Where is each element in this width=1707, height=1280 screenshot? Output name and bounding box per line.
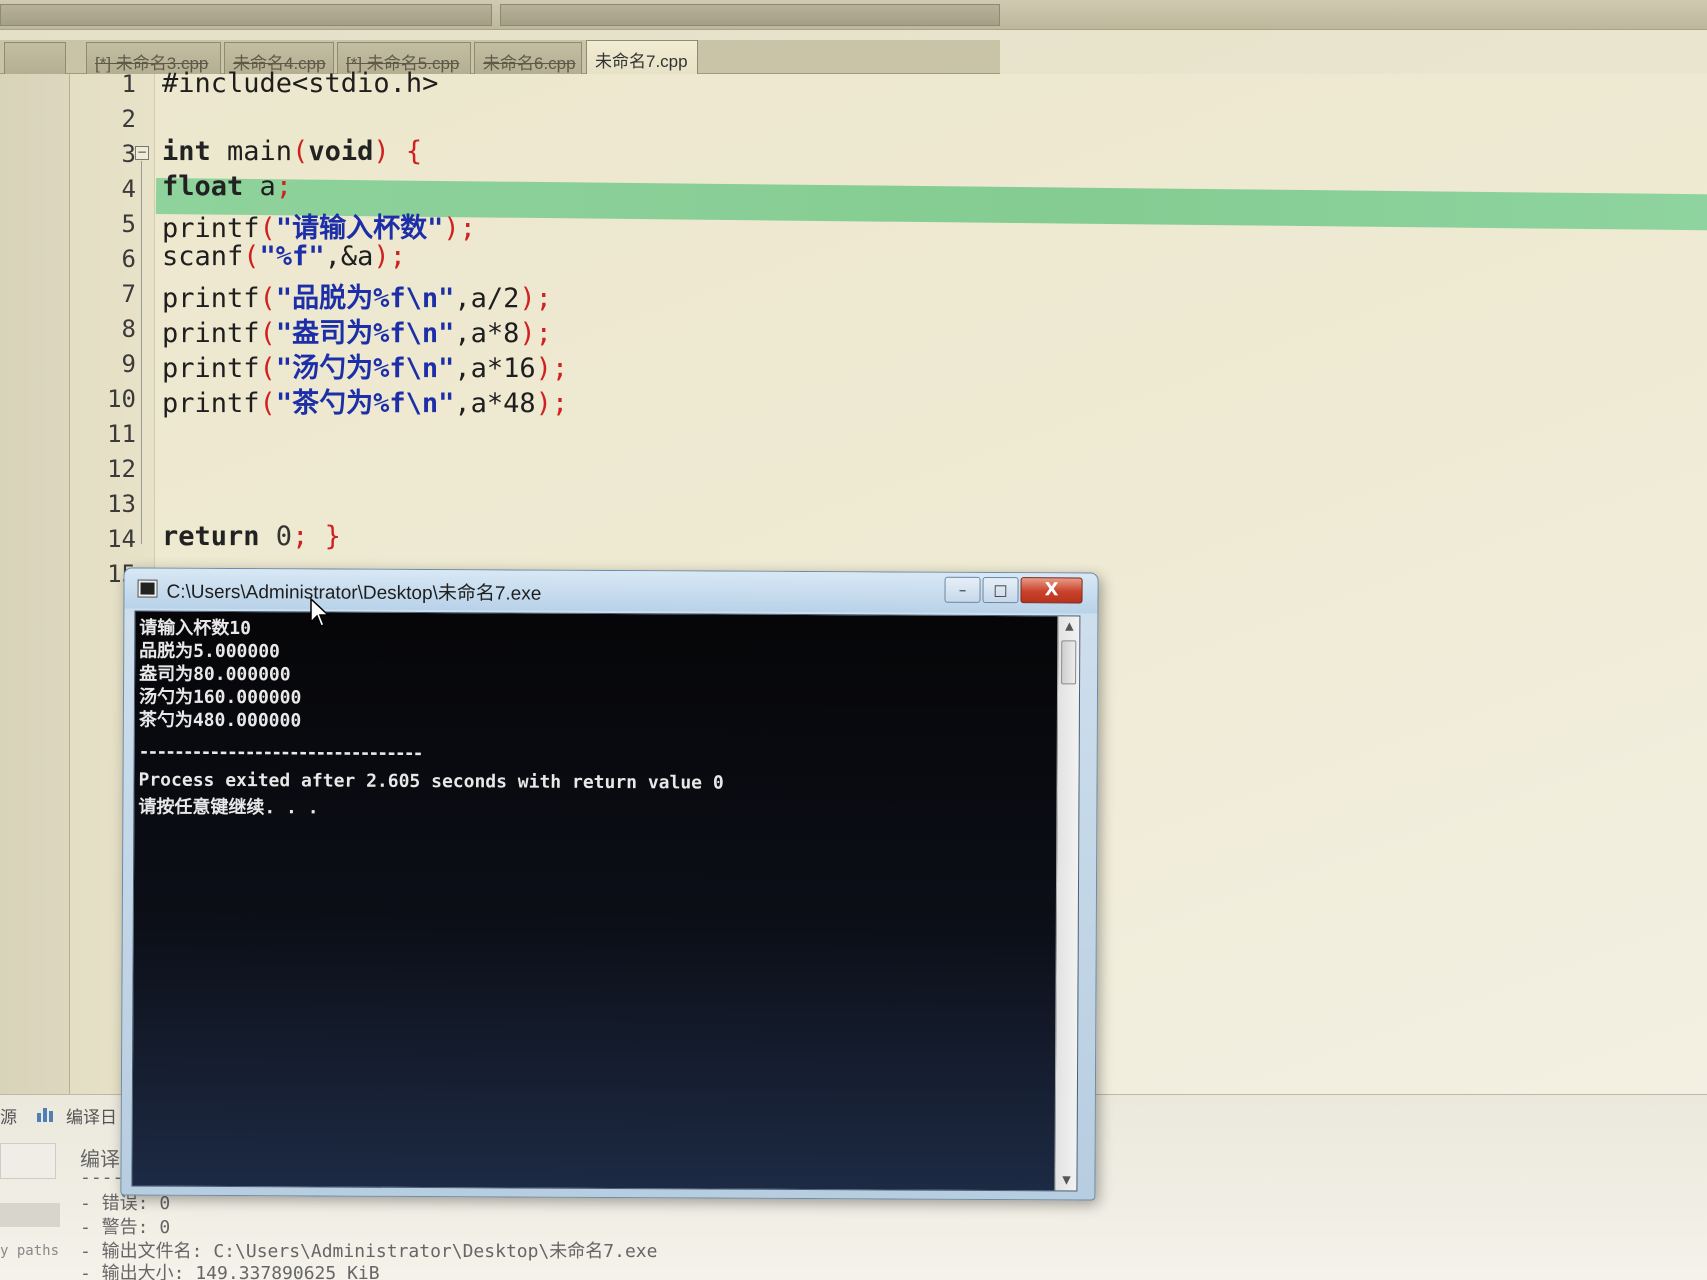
console-output[interactable]: 请输入杯数10 品脱为5.000000 盎司为80.000000 汤勺为160.… xyxy=(131,610,1081,1192)
log-separator: ---- xyxy=(80,1167,124,1188)
project-panel xyxy=(0,74,70,1094)
line-number: 7 xyxy=(121,280,136,308)
console-line: 请按任意键继续. . . xyxy=(138,796,319,819)
line-number: 5 xyxy=(121,210,136,238)
tab-overflow[interactable] xyxy=(4,42,66,74)
line-number: 14 xyxy=(107,525,136,553)
function-select[interactable] xyxy=(500,4,1000,26)
tab-resources[interactable]: 源 xyxy=(0,1103,17,1128)
side-button[interactable] xyxy=(0,1143,56,1179)
tab-file-7[interactable]: 未命名7.cpp xyxy=(586,40,698,76)
code-line-3: int main(void) { xyxy=(162,136,423,167)
console-scrollbar[interactable]: ▲ ▼ xyxy=(1054,616,1080,1191)
side-button[interactable] xyxy=(0,1203,60,1227)
scroll-down-icon[interactable]: ▼ xyxy=(1059,1173,1073,1187)
mouse-cursor-icon xyxy=(310,597,330,628)
scroll-thumb[interactable] xyxy=(1061,640,1077,685)
tab-compile-log[interactable]: 编译日 xyxy=(66,1103,117,1128)
code-line-4: float a; xyxy=(162,171,293,202)
console-line: Process exited after 2.605 seconds with … xyxy=(138,769,724,794)
console-title: C:\Users\Administrator\Desktop\未命名7.exe xyxy=(166,581,542,605)
tab-file-6[interactable]: 未命名6.cpp xyxy=(474,42,582,74)
code-line-5: printf("请输入杯数"); xyxy=(162,213,476,244)
line-number: 13 xyxy=(107,490,136,518)
line-number: 1 xyxy=(121,70,136,98)
code-line-9: printf("汤勺为%f\n",a*16); xyxy=(162,353,569,384)
code-line-10: printf("茶勺为%f\n",a*48); xyxy=(162,388,569,419)
code-line-8: printf("盎司为%f\n",a*8); xyxy=(162,318,552,349)
fold-toggle-icon[interactable]: − xyxy=(135,146,149,160)
console-line: 茶勺为480.000000 xyxy=(138,709,302,732)
line-number: 10 xyxy=(107,385,136,413)
close-button[interactable]: X xyxy=(1020,577,1083,604)
code-line-7: printf("品脱为%f\n",a/2); xyxy=(162,283,552,314)
minimize-button[interactable]: – xyxy=(944,576,981,603)
chart-icon xyxy=(36,1105,56,1123)
code-line-1: #include<stdio.h> xyxy=(162,68,439,99)
console-separator: -------------------------------- xyxy=(138,741,422,765)
line-number: 2 xyxy=(121,105,136,133)
file-tab-bar: [*] 未命名3.cpp 未命名4.cpp [*] 未命名5.cpp 未命名6.… xyxy=(0,40,1000,76)
side-label: y paths xyxy=(0,1243,60,1259)
compiler-select[interactable] xyxy=(0,4,492,26)
line-number: 11 xyxy=(107,420,136,448)
log-line: - 输出大小: 149.337890625 KiB xyxy=(80,1263,380,1280)
line-number: 9 xyxy=(121,350,136,378)
line-number: 6 xyxy=(121,245,136,273)
line-number: 3 xyxy=(121,140,136,168)
toolbar xyxy=(0,0,1707,30)
console-app-icon xyxy=(137,579,158,598)
code-line-14: return 0; } xyxy=(162,521,341,552)
log-line: - 警告: 0 xyxy=(80,1217,171,1238)
line-number: 12 xyxy=(107,455,136,483)
maximize-button[interactable]: □ xyxy=(982,576,1019,604)
scroll-up-icon[interactable]: ▲ xyxy=(1062,619,1076,633)
fold-guide xyxy=(141,161,142,544)
console-window[interactable]: C:\Users\Administrator\Desktop\未命名7.exe … xyxy=(120,567,1099,1201)
console-titlebar[interactable]: C:\Users\Administrator\Desktop\未命名7.exe … xyxy=(124,568,1098,614)
line-number: 4 xyxy=(121,175,136,203)
line-number: 8 xyxy=(121,315,136,343)
code-line-6: scanf("%f",&a); xyxy=(162,241,406,272)
